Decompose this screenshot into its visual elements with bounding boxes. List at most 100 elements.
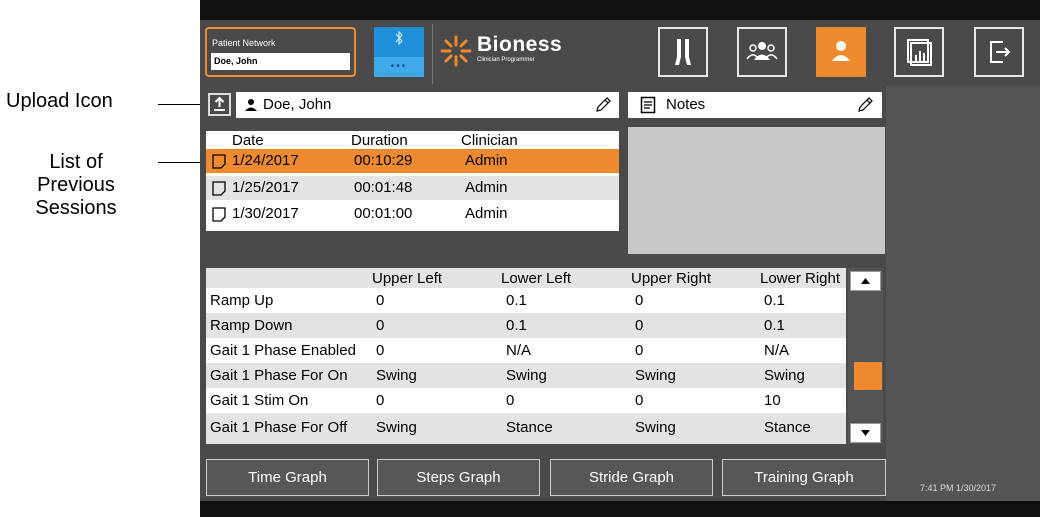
person-icon	[245, 99, 257, 111]
param-upper-left: 0	[376, 292, 385, 309]
session-duration: 00:01:48	[354, 179, 413, 196]
parameter-row[interactable]: Gait 1 Phase For On Swing Swing Swing Sw…	[206, 363, 846, 388]
param-lower-right: N/A	[764, 342, 790, 359]
bioness-logo-subtitle: Clinician Programmer	[477, 57, 535, 63]
header-divider	[432, 24, 433, 84]
session-duration: 00:01:00	[354, 205, 413, 222]
param-name: Ramp Up	[210, 292, 274, 309]
upload-button[interactable]	[208, 93, 231, 116]
param-lower-left: N/A	[506, 342, 532, 359]
report-icon	[907, 39, 932, 66]
sessions-callout-line1: List of	[49, 151, 103, 173]
bluetooth-dots: •••	[374, 57, 424, 77]
parameters-table: Upper Left Lower Left Upper Right Lower …	[206, 268, 883, 444]
pencil-icon[interactable]	[856, 96, 874, 114]
triangle-up-icon	[861, 278, 870, 284]
param-lower-left: 0.1	[506, 292, 527, 309]
session-clinician: Admin	[465, 152, 508, 169]
sessions-callout-line3: Sessions	[35, 197, 117, 219]
session-duration: 00:10:29	[354, 152, 413, 169]
right-panel	[886, 86, 1040, 501]
parameter-row[interactable]: Gait 1 Phase Enabled 0 N/A 0 N/A	[206, 338, 846, 363]
scroll-up-button[interactable]	[850, 271, 881, 291]
session-row[interactable]: 1/25/2017 00:01:48 Admin	[206, 176, 619, 200]
notes-header[interactable]: Notes	[628, 92, 882, 118]
param-upper-right: 0	[635, 392, 644, 409]
notes-text-area[interactable]	[628, 127, 885, 254]
param-lower-right: 10	[764, 392, 781, 409]
bottom-band	[200, 501, 1040, 517]
session-list: Date Duration Clinician 1/24/2017 00:10:…	[206, 131, 619, 231]
time-graph-button[interactable]: Time Graph	[206, 459, 369, 496]
session-row-selected[interactable]: 1/24/2017 00:10:29 Admin	[206, 149, 619, 173]
document-icon	[212, 181, 226, 196]
param-lower-left: 0	[506, 392, 515, 409]
param-upper-right: Swing	[635, 367, 676, 384]
param-lower-left: Stance	[506, 419, 553, 436]
stride-graph-button[interactable]: Stride Graph	[550, 459, 713, 496]
param-lower-right: 0.1	[764, 292, 785, 309]
sessions-callout-line2: Previous	[37, 174, 115, 196]
pencil-icon[interactable]	[594, 96, 612, 114]
upload-icon	[214, 96, 225, 111]
session-clinician: Admin	[465, 205, 508, 222]
exit-icon	[990, 41, 1011, 63]
col-lower-left: Lower Left	[501, 270, 572, 287]
col-duration: Duration	[351, 132, 408, 149]
status-datetime: 7:41 PM 1/30/2017	[920, 483, 997, 493]
patient-name: Doe, John	[263, 96, 332, 113]
parameters-header: Upper Left Lower Left Upper Right Lower …	[206, 268, 846, 288]
person-icon	[832, 41, 850, 61]
document-icon	[212, 154, 226, 169]
session-clinician: Admin	[465, 179, 508, 196]
param-upper-right: Swing	[635, 419, 676, 436]
patient-network-selector[interactable]: Patient Network Doe, John	[205, 27, 356, 77]
upload-callout-line	[158, 104, 206, 105]
steps-graph-button[interactable]: Steps Graph	[377, 459, 540, 496]
legs-button[interactable]	[658, 27, 708, 77]
sessions-callout: List of Previous Sessions	[20, 151, 132, 220]
session-row[interactable]: 1/30/2017 00:01:00 Admin	[206, 202, 619, 226]
parameter-row[interactable]: Ramp Up 0 0.1 0 0.1	[206, 288, 846, 313]
parameter-row[interactable]: Gait 1 Phase For Off Swing Stance Swing …	[206, 413, 846, 444]
param-name: Gait 1 Phase Enabled	[210, 342, 356, 359]
parameter-row[interactable]: Gait 1 Stim On 0 0 0 10	[206, 388, 846, 413]
param-upper-right: 0	[635, 342, 644, 359]
upload-icon-callout: Upload Icon	[6, 90, 113, 112]
scrollbar-track[interactable]	[848, 268, 883, 444]
reports-button[interactable]	[894, 27, 944, 77]
scrollbar-thumb[interactable]	[854, 362, 882, 390]
param-name: Gait 1 Phase For On	[210, 367, 348, 384]
param-name: Ramp Down	[210, 317, 293, 334]
parameter-row[interactable]: Ramp Down 0 0.1 0 0.1	[206, 313, 846, 338]
clinicians-button[interactable]	[737, 27, 787, 77]
bluetooth-status-button[interactable]: •••	[374, 27, 424, 77]
document-icon	[212, 207, 226, 222]
patient-button[interactable]	[816, 27, 866, 77]
training-graph-button[interactable]: Training Graph	[722, 459, 886, 496]
session-date: 1/30/2017	[232, 205, 299, 222]
top-band	[200, 0, 1040, 20]
patient-network-label: Patient Network	[212, 38, 276, 48]
exit-button[interactable]	[974, 27, 1024, 77]
bluetooth-icon	[374, 30, 424, 50]
bioness-logo-icon	[438, 35, 474, 72]
param-upper-right: 0	[635, 292, 644, 309]
param-lower-left: 0.1	[506, 317, 527, 334]
notes-label: Notes	[666, 96, 706, 113]
session-date: 1/25/2017	[232, 179, 299, 196]
param-lower-left: Swing	[506, 367, 547, 384]
param-lower-right: 0.1	[764, 317, 785, 334]
param-upper-left: 0	[376, 317, 385, 334]
group-icon	[746, 42, 778, 60]
scroll-down-button[interactable]	[850, 423, 881, 443]
param-upper-left: 0	[376, 342, 385, 359]
bioness-logo-text: Bioness	[477, 33, 563, 56]
triangle-down-icon	[861, 430, 870, 436]
patient-name-field[interactable]: Doe, John	[236, 92, 619, 118]
col-clinician: Clinician	[461, 132, 518, 149]
session-list-header: Date Duration Clinician	[206, 131, 619, 149]
param-upper-left: Swing	[376, 367, 417, 384]
session-date: 1/24/2017	[232, 152, 299, 169]
col-date: Date	[232, 132, 264, 149]
